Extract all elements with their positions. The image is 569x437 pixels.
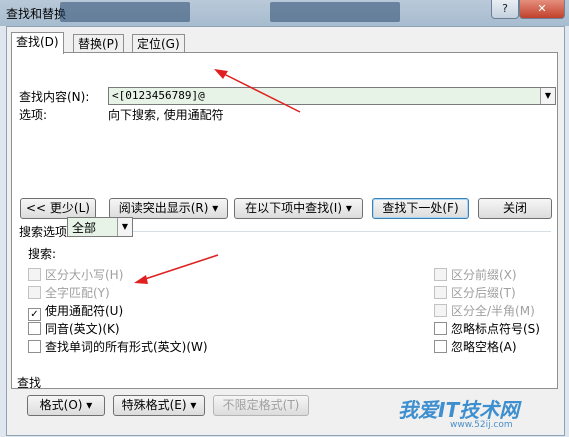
annotation-arrow-head xyxy=(134,275,148,284)
annotation-arrow-head xyxy=(214,69,228,79)
annotation-arrows xyxy=(134,69,301,284)
tab-find[interactable]: 查找(D) xyxy=(11,32,64,54)
watermark-url: www.52ij.com xyxy=(450,420,513,430)
watermark-logo: 我爱IT技术网 xyxy=(398,398,520,422)
annotation-arrow-line xyxy=(141,254,219,281)
annotation-arrow-line xyxy=(221,72,301,113)
